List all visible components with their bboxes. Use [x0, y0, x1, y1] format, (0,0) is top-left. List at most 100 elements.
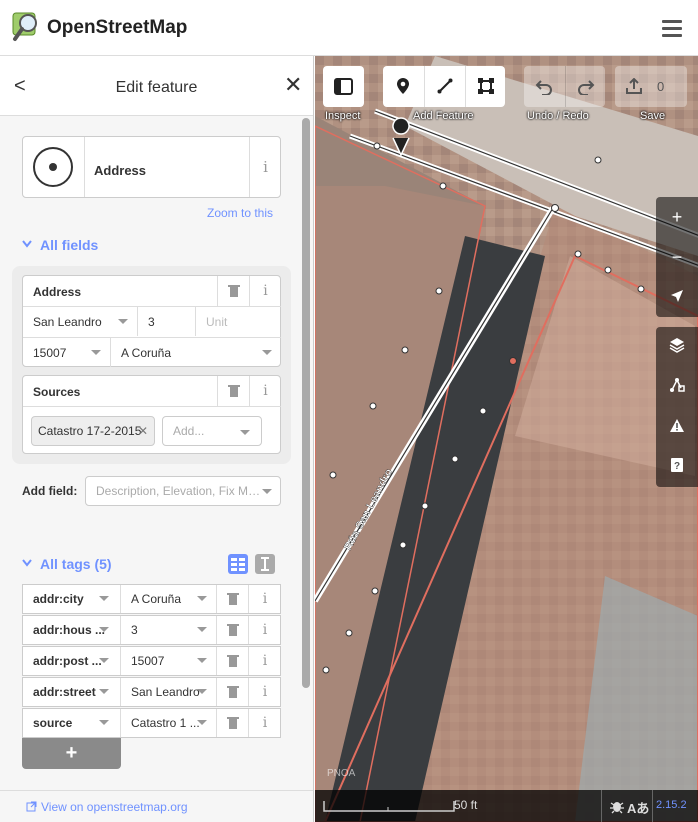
city-combo[interactable]: A Coruña — [110, 337, 281, 367]
zoom-to-this-link[interactable]: Zoom to this — [207, 206, 273, 220]
sidebar-header: < Edit feature ✕ — [0, 56, 313, 116]
add-tag-button[interactable]: + — [22, 738, 121, 769]
info-icon[interactable]: i — [249, 376, 281, 406]
top-bar: OpenStreetMap — [0, 0, 698, 56]
undo-redo-label: Undo / Redo — [527, 110, 589, 122]
chevron-down-icon — [91, 350, 101, 355]
info-icon[interactable]: i — [249, 616, 281, 644]
chevron-down-icon — [99, 627, 109, 632]
zoom-controls: + − — [656, 197, 698, 317]
inspect-button[interactable] — [323, 66, 364, 107]
inspect-label: Inspect — [325, 110, 361, 122]
chevron-down-icon — [22, 559, 32, 567]
sidebar-footer: View on openstreetmap.org — [0, 790, 313, 822]
view-on-osm-link[interactable]: View on openstreetmap.org — [41, 800, 188, 814]
trash-icon[interactable] — [217, 678, 249, 706]
info-icon[interactable]: i — [249, 137, 281, 197]
info-icon[interactable]: i — [249, 678, 281, 706]
undo-redo-group — [524, 66, 605, 107]
save-count: 0 — [657, 79, 665, 94]
save-button[interactable]: 0 — [615, 66, 687, 107]
issues-icon[interactable] — [656, 407, 698, 447]
menu-icon[interactable] — [662, 20, 682, 38]
close-button[interactable]: ✕ — [284, 72, 302, 98]
chevron-down-icon — [99, 720, 109, 725]
unit-input[interactable]: Unit — [195, 306, 281, 336]
undo-icon[interactable] — [524, 66, 564, 107]
version-label[interactable]: 2.15.2 — [656, 799, 687, 811]
page-title: Edit feature — [115, 79, 198, 96]
bug-icon[interactable] — [609, 798, 625, 814]
save-label: Save — [640, 110, 666, 122]
tag-row: addr:post ... 15007 i — [22, 646, 281, 676]
tag-row: addr:hous ... 3 i — [22, 615, 281, 645]
chevron-down-icon — [197, 596, 207, 601]
chevron-down-icon — [197, 689, 207, 694]
info-icon[interactable]: i — [249, 585, 281, 613]
address-field: Address i San Leandro 3 Unit 15007 A Cor… — [22, 275, 281, 367]
add-field-input[interactable]: Description, Elevation, Fix Me... — [85, 476, 281, 506]
trash-icon[interactable] — [217, 709, 249, 737]
app-title[interactable]: OpenStreetMap — [47, 17, 187, 39]
address-field-label: Address — [33, 285, 82, 299]
chevron-down-icon — [99, 658, 109, 663]
chevron-down-icon — [262, 350, 272, 355]
trash-icon[interactable] — [217, 616, 249, 644]
sidebar-toggle-icon — [334, 78, 353, 95]
svg-text:?: ? — [674, 461, 680, 472]
zoom-in-icon[interactable]: + — [656, 197, 698, 237]
add-feature-group — [383, 66, 505, 107]
chevron-down-icon — [197, 720, 207, 725]
scale-label: 50 ft — [454, 798, 478, 812]
preset-selector[interactable]: Address i — [22, 136, 281, 198]
all-fields-label: All fields — [40, 237, 99, 253]
panel-controls: ? — [656, 327, 698, 487]
tag-row: addr:city A Coruña i — [22, 584, 281, 614]
trash-icon[interactable] — [217, 376, 249, 406]
chevron-down-icon — [262, 489, 272, 494]
scale-bar — [323, 801, 455, 812]
point-preset-icon — [23, 137, 85, 197]
all-tags-label: All tags (5) — [40, 556, 112, 572]
chevron-down-icon — [99, 596, 109, 601]
trash-icon[interactable] — [217, 585, 249, 613]
info-icon[interactable]: i — [249, 276, 281, 306]
remove-chip-icon[interactable]: ✕ — [138, 417, 148, 445]
zoom-out-icon[interactable]: − — [656, 237, 698, 277]
imagery-attribution: PNOA — [327, 768, 356, 779]
tag-row: source Catastro 1 ... i — [22, 708, 281, 738]
external-link-icon — [26, 801, 37, 812]
upload-icon — [626, 78, 642, 94]
chevron-down-icon — [240, 430, 250, 435]
trash-icon[interactable] — [217, 276, 249, 306]
chevron-down-icon — [22, 240, 32, 248]
tag-row: addr:street San Leandro i — [22, 677, 281, 707]
language-icon[interactable]: Aあ — [627, 798, 649, 817]
geolocate-icon[interactable] — [656, 277, 698, 317]
help-icon[interactable]: ? — [656, 447, 698, 487]
info-icon[interactable]: i — [249, 647, 281, 675]
area-icon[interactable] — [465, 66, 505, 107]
chevron-down-icon — [99, 689, 109, 694]
add-feature-label: Add Feature — [413, 110, 474, 122]
source-chip[interactable]: Catastro 17-2-2015 ✕ — [31, 416, 155, 446]
trash-icon[interactable] — [217, 647, 249, 675]
satellite-imagery: Rúa San Leandro — [315, 56, 698, 822]
text-view-icon[interactable] — [255, 554, 275, 574]
sources-field-label: Sources — [33, 385, 81, 399]
list-view-icon[interactable] — [228, 554, 248, 574]
redo-icon[interactable] — [565, 66, 605, 107]
sidebar-scrollbar[interactable] — [302, 118, 310, 688]
map-footer: Aあ — [315, 790, 698, 822]
map-canvas[interactable]: Rúa San Leandro — [315, 56, 698, 822]
sidebar: < Edit feature ✕ Address i Zoom to this … — [0, 56, 314, 822]
pin-icon[interactable] — [383, 66, 423, 107]
chevron-down-icon — [118, 319, 128, 324]
line-icon[interactable] — [424, 66, 464, 107]
openstreetmap-logo-icon[interactable] — [12, 11, 42, 43]
add-field-label: Add field: — [22, 484, 78, 498]
layers-icon[interactable] — [656, 327, 698, 367]
housenumber-input[interactable]: 3 — [137, 306, 195, 336]
map-data-icon[interactable] — [656, 367, 698, 407]
info-icon[interactable]: i — [249, 709, 281, 737]
